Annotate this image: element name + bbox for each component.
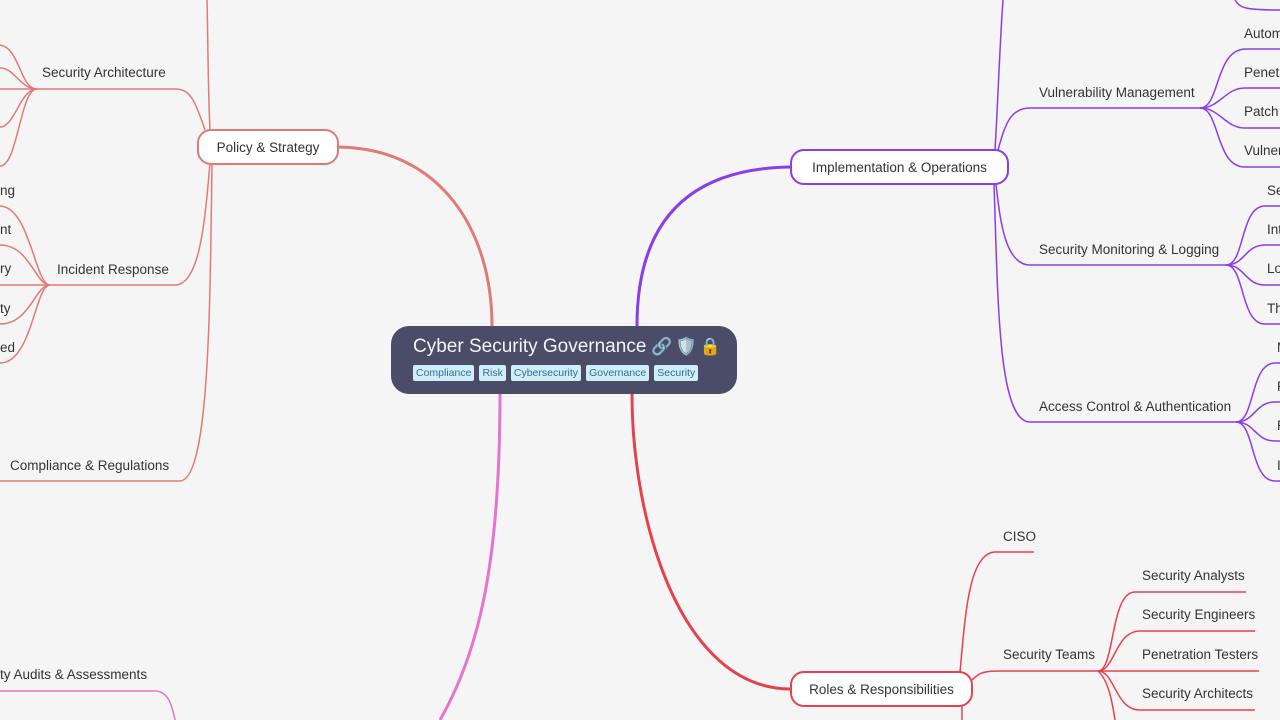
node-partial[interactable]: ty	[0, 301, 11, 317]
node-partial[interactable]: Th	[1267, 301, 1280, 317]
node-partial[interactable]: Lo	[1267, 261, 1280, 277]
lock-icon: 🔒	[699, 337, 721, 356]
node-security-audits-assessments[interactable]: ty Audits & Assessments	[0, 667, 147, 683]
tag[interactable]: Governance	[586, 365, 650, 381]
node-partial[interactable]: Patch	[1244, 104, 1279, 120]
root-title: Cyber Security Governance	[413, 336, 647, 357]
node-partial[interactable]: Int	[1267, 222, 1280, 238]
node-partial[interactable]: Penetr	[1244, 65, 1280, 81]
node-implementation-operations[interactable]: Implementation & Operations	[790, 149, 1009, 185]
tag-list: Compliance Risk Cybersecurity Governance…	[413, 365, 737, 381]
edge-policy-up	[206, 0, 211, 131]
root-node[interactable]: Cyber Security Governance 🔗 🛡️ 🔒 Complia…	[391, 326, 737, 394]
edge-root-implementation	[635, 165, 793, 327]
tag[interactable]: Risk	[479, 365, 506, 381]
node-partial[interactable]: ry	[0, 261, 11, 277]
node-access-control-authentication[interactable]: Access Control & Authentication	[1039, 399, 1231, 415]
node-partial[interactable]: Se	[1267, 183, 1280, 199]
node-policy-strategy[interactable]: Policy & Strategy	[197, 129, 339, 165]
node-penetration-testers[interactable]: Penetration Testers	[1142, 647, 1258, 663]
shield-icon: 🛡️	[675, 337, 697, 356]
edge-impl-access	[993, 183, 1236, 423]
node-vulnerability-management[interactable]: Vulnerability Management	[1039, 85, 1195, 101]
node-roles-responsibilities[interactable]: Roles & Responsibilities	[790, 671, 973, 707]
tag[interactable]: Compliance	[413, 365, 475, 381]
tag[interactable]: Security	[654, 365, 699, 381]
node-compliance-regulations[interactable]: Compliance & Regulations	[10, 458, 169, 474]
node-security-engineers[interactable]: Security Engineers	[1142, 607, 1255, 623]
node-security-monitoring-logging[interactable]: Security Monitoring & Logging	[1039, 242, 1219, 258]
node-security-architects[interactable]: Security Architects	[1142, 686, 1253, 702]
node-incident-response[interactable]: Incident Response	[57, 262, 169, 278]
node-partial[interactable]: Vulner	[1244, 143, 1280, 159]
node-partial[interactable]: ng	[0, 183, 15, 199]
edge-policy-security-architecture	[37, 88, 206, 131]
edge-root-roles	[630, 393, 791, 691]
node-security-analysts[interactable]: Security Analysts	[1142, 568, 1245, 584]
node-ciso[interactable]: CISO	[1003, 529, 1036, 545]
edge-impl-vulnerability	[997, 107, 1200, 151]
edge-audits	[0, 690, 176, 720]
node-partial[interactable]: ed	[0, 340, 15, 356]
node-partial[interactable]: nt	[0, 222, 11, 238]
node-partial[interactable]: Autom	[1244, 26, 1280, 42]
edge-root-policy	[337, 145, 494, 327]
node-security-teams[interactable]: Security Teams	[1003, 647, 1095, 663]
edge-root-audits	[438, 393, 502, 720]
link-icon[interactable]: 🔗	[651, 334, 672, 360]
tag[interactable]: Cybersecurity	[510, 365, 582, 381]
edge-roles-teams	[971, 670, 1098, 681]
node-security-architecture[interactable]: Security Architecture	[42, 65, 166, 81]
